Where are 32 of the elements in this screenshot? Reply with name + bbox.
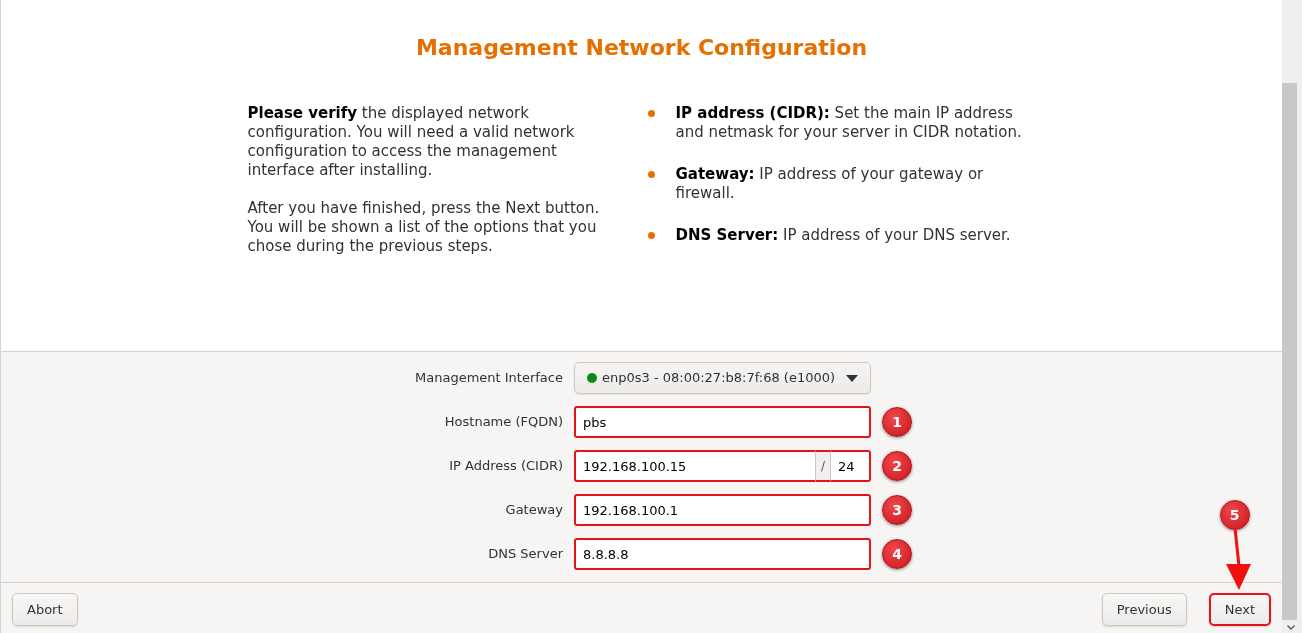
bullet-icon: [647, 232, 655, 239]
step-marker: 2: [882, 451, 912, 481]
interface-dropdown[interactable]: enp0s3 - 08:00:27:b8:7f:68 (e1000): [574, 362, 871, 394]
bullet-icon: [647, 171, 655, 178]
wizard-button[interactable]: Abort: [12, 593, 78, 626]
wizard-button[interactable]: Previous: [1101, 593, 1187, 626]
text-field[interactable]: 192.168.100.1: [574, 494, 871, 526]
field-label: Gateway: [505, 501, 563, 520]
ip-address-field[interactable]: 192.168.100.15: [574, 450, 815, 482]
page-title: Management Network Configuration: [415, 34, 868, 62]
help-text: DNS Server: IP address of your DNS server.: [675, 226, 1012, 245]
intro-paragraph: Please verify the displayed network configuration. You will need a valid network configuration to access the management interface after installing.: [247, 104, 576, 180]
bullet-icon: [647, 110, 655, 117]
help-text: IP address (CIDR): Set the main IP address and netmask for your server in CIDR notation.: [675, 104, 1023, 142]
chevron-down-icon[interactable]: [1287, 625, 1295, 630]
text-field[interactable]: 8.8.8.8: [574, 538, 871, 570]
step-marker: 3: [882, 495, 912, 525]
field-label: IP Address (CIDR): [449, 457, 563, 476]
caret-icon: [846, 374, 858, 382]
slash-separator: /: [815, 450, 831, 482]
step-marker: 1: [882, 407, 912, 437]
wizard-button[interactable]: Next: [1208, 593, 1271, 626]
intro-paragraph: After you have finished, press the Next button. You will be shown a list of the options that you chose during the previous steps.: [247, 199, 601, 256]
help-text: Gateway: IP address of your gateway or firewall.: [675, 165, 985, 203]
field-label: DNS Server: [488, 545, 563, 564]
pointer-arrow: [1225, 528, 1251, 590]
field-label: Management Interface: [415, 369, 563, 388]
field-label: Hostname (FQDN): [444, 413, 563, 432]
text-field[interactable]: pbs: [574, 406, 871, 438]
scrollbar-thumb[interactable]: [1282, 83, 1297, 620]
step-marker: 4: [882, 539, 912, 569]
netmask-field[interactable]: 24: [831, 450, 871, 482]
